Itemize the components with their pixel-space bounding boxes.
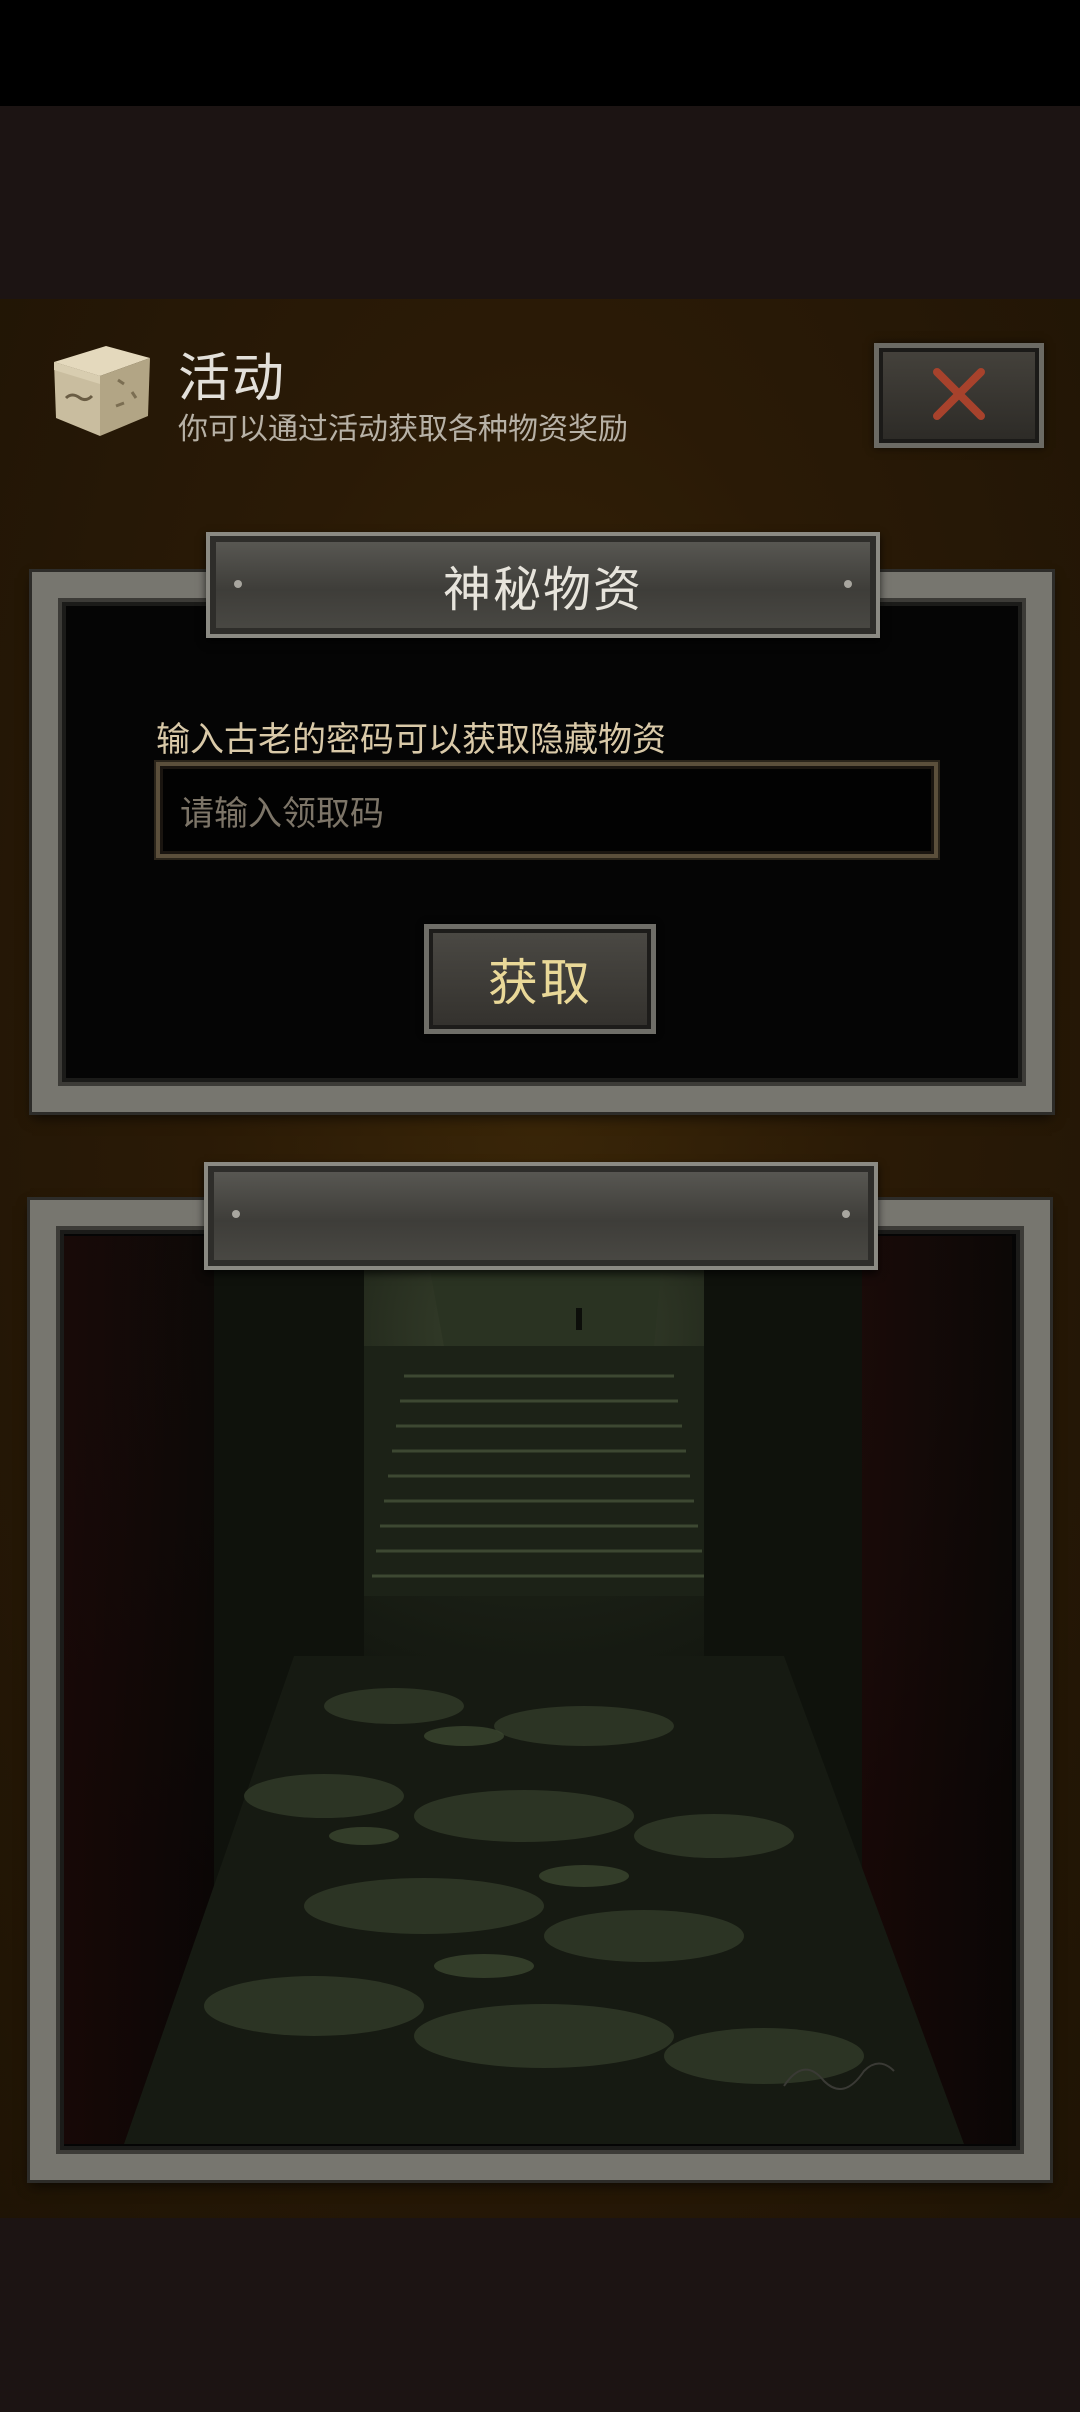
scene-image bbox=[64, 1236, 1012, 2144]
redeem-code-placeholder: 请输入领取码 bbox=[180, 793, 384, 834]
status-bar bbox=[0, 0, 1080, 106]
close-button[interactable] bbox=[874, 343, 1044, 448]
top-background bbox=[0, 106, 1080, 299]
secret-supplies-title: 神秘物资 bbox=[442, 562, 643, 618]
page-subtitle: 你可以通过活动获取各种物资奖励 bbox=[178, 412, 628, 447]
rivet-icon bbox=[232, 1210, 240, 1218]
rivet-icon bbox=[842, 1210, 850, 1218]
get-button[interactable]: 获取 bbox=[424, 924, 656, 1034]
bottom-background bbox=[0, 2218, 1080, 2412]
secret-supplies-plaque: 神秘物资 bbox=[206, 532, 880, 638]
page-title: 活动 bbox=[178, 349, 287, 409]
rivet-icon bbox=[844, 580, 852, 588]
code-label: 输入古老的密码可以获取隐藏物资 bbox=[156, 720, 666, 760]
close-x-icon bbox=[931, 366, 987, 426]
scene-plaque bbox=[204, 1162, 878, 1270]
rivet-icon bbox=[234, 580, 242, 588]
box-icon bbox=[46, 340, 156, 440]
redeem-code-input[interactable]: 请输入领取码 bbox=[156, 762, 938, 858]
